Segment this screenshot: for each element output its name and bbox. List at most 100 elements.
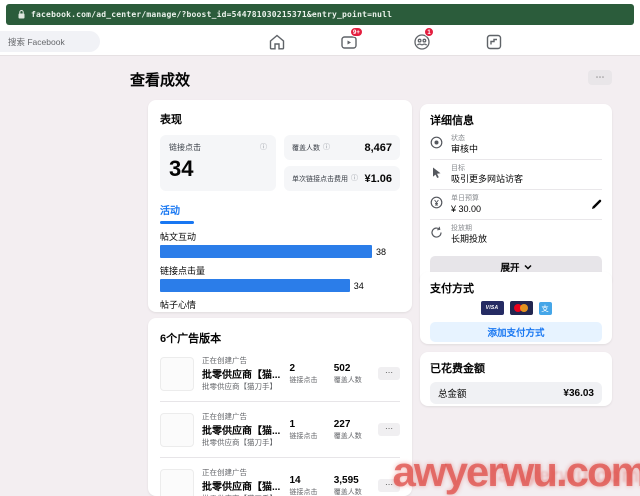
- pencil-icon[interactable]: [591, 199, 602, 210]
- ad-clicks-value: 14: [289, 474, 301, 486]
- ad-versions-card: 6个广告版本 正在创建广告 批零供应商【猫... 批零供应商【猫刀手】 2 链接…: [148, 318, 412, 496]
- info-icon[interactable]: ⓘ: [260, 144, 267, 151]
- detail-label: 目标: [451, 165, 465, 172]
- mastercard-icon: [509, 301, 533, 315]
- cpc-label: 单次链接点击费用: [292, 175, 348, 183]
- payment-title: 支付方式: [430, 283, 474, 295]
- gaming-icon[interactable]: [485, 33, 503, 51]
- ad-title: 批零供应商【猫...: [202, 370, 281, 381]
- address-bar[interactable]: facebook.com/ad_center/manage/?boost_id=…: [6, 4, 634, 25]
- link-clicks-value: 34: [169, 156, 194, 181]
- detail-row-schedule: 投放期 长期投放: [430, 220, 602, 249]
- tab-activity-label: 活动: [160, 206, 180, 217]
- amount-spent-card: 已花费金额 总金额 ¥36.03: [420, 352, 612, 406]
- reach-value: 8,467: [364, 141, 392, 154]
- total-value: ¥36.03: [563, 387, 594, 399]
- ad-status: 正在创建广告: [202, 356, 247, 365]
- alipay-icon: 支: [538, 301, 552, 315]
- ad-reach-label: 覆盖人数: [333, 432, 362, 440]
- browser-chrome: facebook.com/ad_center/manage/?boost_id=…: [0, 0, 640, 56]
- total-row: 总金额 ¥36.03: [430, 382, 602, 404]
- performance-section-title: 表现: [160, 114, 182, 126]
- chevron-down-icon: [523, 264, 532, 270]
- ad-thumbnail: [160, 412, 194, 447]
- watermark-echo: awyerwu.com: [497, 465, 640, 487]
- detail-label: 单日预算: [451, 195, 479, 202]
- ad-clicks-value: 2: [289, 362, 296, 374]
- groups-badge: 1: [424, 27, 434, 37]
- details-title: 详细信息: [430, 115, 474, 127]
- cpc-stat: 单次链接点击费用 ⓘ ¥1.06: [284, 166, 400, 191]
- detail-value: 审核中: [451, 144, 479, 154]
- bar-label: 帖子心情: [160, 300, 197, 310]
- ad-subtitle: 批零供应商【猫刀手】: [202, 382, 277, 391]
- amount-spent-title: 已花费金额: [430, 363, 485, 375]
- ad-version-row[interactable]: 正在创建广告 批零供应商【猫... 批零供应商【猫刀手】 2 链接点击 502 …: [160, 355, 400, 392]
- status-radio-icon: [430, 136, 443, 149]
- ad-title: 批零供应商【猫...: [202, 426, 281, 437]
- search-input[interactable]: 搜索 Facebook: [0, 31, 100, 52]
- ad-status: 正在创建广告: [202, 412, 247, 421]
- tab-active-underline: [160, 221, 194, 224]
- lock-icon: [18, 10, 25, 19]
- detail-row-goal: 目标 吸引更多网站访客: [430, 160, 602, 190]
- ad-status: 正在创建广告: [202, 468, 247, 477]
- ad-version-row[interactable]: 正在创建广告 批零供应商【猫... 批零供应商【猫刀手】 1 链接点击 227 …: [160, 411, 400, 448]
- payment-card: 支付方式 VISA 支 添加支付方式: [420, 272, 612, 344]
- reach-stat: 覆盖人数 ⓘ 8,467: [284, 135, 400, 160]
- home-icon[interactable]: [268, 33, 286, 51]
- page-title: 查看成效: [130, 72, 191, 89]
- bar-link-clicks: [160, 279, 350, 292]
- facebook-ad-center-page: facebook.com/ad_center/manage/?boost_id=…: [0, 0, 640, 496]
- schedule-loop-icon: [430, 226, 443, 239]
- budget-coin-icon: [430, 196, 443, 209]
- activity-bar-chart: 帖文互动 38 链接点击量 34 帖子心情 4: [160, 230, 400, 312]
- info-icon[interactable]: ⓘ: [351, 175, 358, 182]
- bar-value: 38: [376, 246, 387, 257]
- link-clicks-label: 链接点击: [169, 143, 201, 152]
- total-label: 总金额: [438, 389, 467, 400]
- link-clicks-stat: 链接点击 ⓘ 34: [160, 135, 276, 191]
- ad-thumbnail: [160, 468, 194, 496]
- ad-reach-label: 覆盖人数: [333, 376, 362, 384]
- info-icon[interactable]: ⓘ: [323, 144, 330, 151]
- watermark: awyerwu.com: [392, 448, 640, 495]
- ad-reach-value: 227: [333, 418, 351, 430]
- tab-activity[interactable]: 活动: [160, 202, 194, 224]
- ad-clicks-value: 1: [289, 418, 296, 430]
- detail-label: 投放期: [451, 225, 472, 232]
- bar-label: 链接点击量: [160, 266, 206, 276]
- cpc-value: ¥1.06: [364, 172, 392, 185]
- detail-row-status: 状态 审核中: [430, 130, 602, 160]
- detail-label: 状态: [451, 135, 465, 142]
- ad-version-row[interactable]: 正在创建广告 批零供应商【猫... 批零供应商【猫刀手】 14 链接点击 3,5…: [160, 467, 400, 496]
- ad-subtitle: 批零供应商【猫刀手】: [202, 438, 277, 447]
- ad-clicks-label: 链接点击: [289, 376, 318, 384]
- detail-value: 长期投放: [451, 234, 488, 244]
- url-text: facebook.com/ad_center/manage/?boost_id=…: [31, 10, 393, 19]
- page-more-button[interactable]: ⋯: [588, 70, 612, 85]
- ad-more-button[interactable]: ⋯: [378, 479, 400, 492]
- ad-versions-title: 6个广告版本: [160, 333, 222, 345]
- ad-more-button[interactable]: ⋯: [378, 367, 400, 380]
- bar-value: 34: [353, 280, 364, 291]
- ad-thumbnail: [160, 356, 194, 391]
- divider: [160, 457, 400, 458]
- search-label: 搜索 Facebook: [8, 36, 65, 47]
- ad-more-button[interactable]: ⋯: [378, 423, 400, 436]
- cursor-icon: [430, 166, 443, 179]
- add-payment-button[interactable]: 添加支付方式: [430, 322, 602, 342]
- detail-value: ¥ 30.00: [451, 204, 482, 214]
- payment-methods: VISA 支: [430, 301, 602, 315]
- bar-label: 帖文互动: [160, 232, 197, 242]
- ad-reach-value: 502: [333, 362, 351, 374]
- performance-stats: 链接点击 ⓘ 34 覆盖人数 ⓘ 8,467 单次链接点击费用 ⓘ ¥1.06: [160, 135, 400, 191]
- visa-card-icon: VISA: [480, 301, 504, 315]
- reach-label: 覆盖人数: [292, 144, 320, 152]
- add-payment-label: 添加支付方式: [487, 328, 545, 339]
- watch-badge: 9+: [350, 27, 363, 37]
- ad-clicks-label: 链接点击: [289, 488, 318, 496]
- ad-clicks-label: 链接点击: [289, 432, 318, 440]
- performance-card: 表现 链接点击 ⓘ 34 覆盖人数 ⓘ 8,467 单次链接点击费用 ⓘ ¥1.…: [148, 100, 412, 312]
- detail-value: 吸引更多网站访客: [451, 174, 524, 184]
